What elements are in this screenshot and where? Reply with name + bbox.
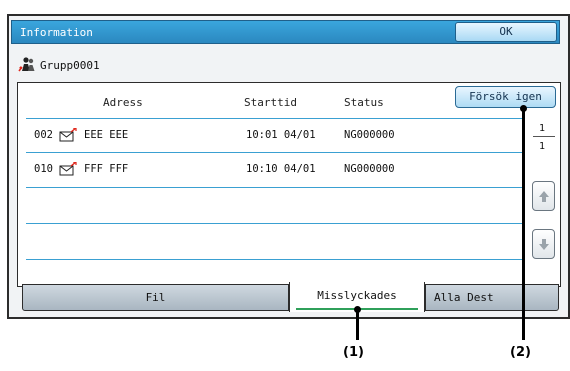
arrow-down-icon (539, 239, 549, 250)
tab-misslyckades-label: Misslyckades (317, 289, 397, 302)
row-address: EEE EEE (84, 129, 129, 141)
window-title: Information (20, 26, 93, 39)
group-name: Grupp0001 (40, 59, 100, 72)
destination-list: Adress Starttid Status Försök igen 002 E… (17, 82, 561, 287)
column-header-status: Status (344, 96, 384, 109)
retry-button[interactable]: Försök igen (455, 86, 556, 108)
row-status: NG000000 (344, 163, 395, 175)
column-header-address: Adress (103, 96, 143, 109)
arrow-up-icon (539, 191, 549, 202)
mail-icon (59, 161, 77, 176)
row-divider (26, 187, 522, 188)
tab-alla-dest[interactable]: Alla Dest (425, 284, 559, 311)
column-header-start-time: Starttid (244, 96, 297, 109)
callout-1-label: (1) (343, 345, 364, 360)
row-divider (26, 259, 522, 260)
row-start-time: 10:01 04/01 (246, 129, 316, 141)
row-status: NG000000 (344, 129, 395, 141)
row-index: 002 (34, 129, 53, 141)
row-divider (26, 152, 522, 153)
mail-icon (59, 127, 77, 142)
row-divider (26, 118, 522, 119)
title-bar: Information OK (11, 20, 560, 44)
row-start-time: 10:10 04/01 (246, 163, 316, 175)
scroll-down-button[interactable] (532, 229, 555, 259)
page-total: 1 (539, 141, 546, 152)
row-address: FFF FFF (84, 163, 129, 175)
ok-button[interactable]: OK (455, 22, 557, 42)
callout-2-label: (2) (510, 345, 531, 360)
page-current: 1 (539, 123, 546, 134)
scroll-up-button[interactable] (532, 181, 555, 211)
tab-fil[interactable]: Fil (22, 284, 289, 311)
page-divider (533, 136, 555, 137)
group-people-icon (18, 56, 36, 74)
callout-1-line (356, 309, 359, 340)
callout-2-line (522, 108, 525, 340)
row-index: 010 (34, 163, 53, 175)
row-divider (26, 223, 522, 224)
